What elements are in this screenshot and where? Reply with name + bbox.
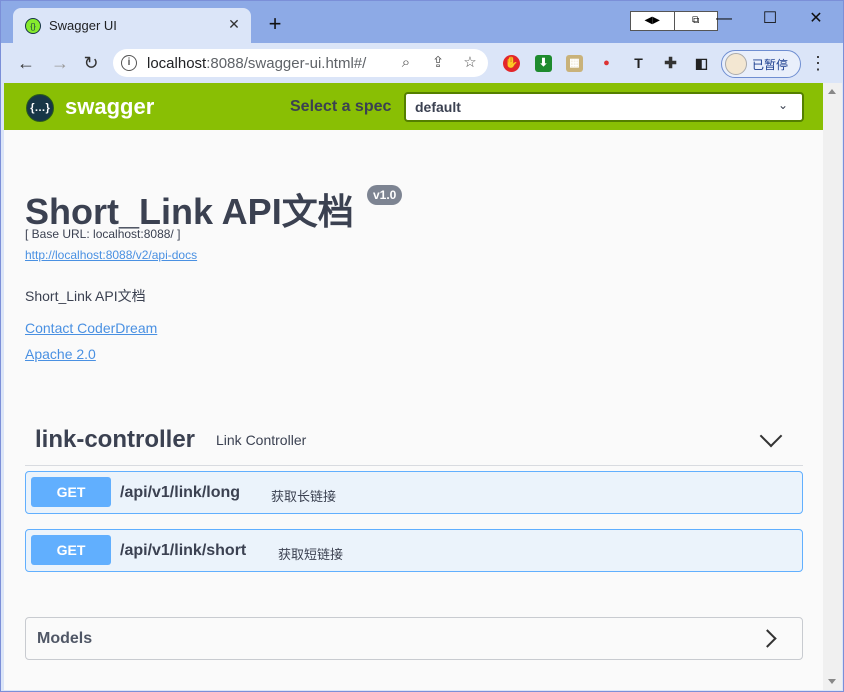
share-icon[interactable]: ⇪ [429, 54, 447, 72]
close-window-button[interactable]: ✕ [793, 7, 839, 31]
browser-window: {} Swagger UI ✕ + ◀▶ ⧉ — ☐ ✕ ← → ↻ i loc… [0, 0, 844, 692]
tab-close-icon[interactable]: ✕ [225, 15, 243, 33]
chevron-down-icon: ⌄ [777, 98, 788, 112]
reload-button[interactable]: ↻ [79, 51, 103, 75]
method-badge: GET [31, 535, 111, 565]
site-info-icon[interactable]: i [121, 55, 137, 71]
profile-button[interactable]: 已暂停 [721, 50, 801, 78]
tag-section-header[interactable]: link-controller Link Controller [25, 416, 803, 466]
zoom-icon[interactable]: ⌕ [397, 54, 415, 72]
download-extension-icon[interactable]: ⬇ [535, 55, 552, 72]
spec-select-value: default [415, 99, 461, 115]
new-tab-button[interactable]: + [263, 13, 287, 37]
avatar [725, 53, 747, 75]
swagger-favicon-icon: {} [25, 18, 41, 34]
swagger-topbar: {…} swagger Select a spec default ⌄ [4, 83, 823, 130]
more-menu-icon[interactable]: ⋮ [809, 53, 827, 73]
minimize-button[interactable]: — [701, 7, 747, 31]
operation-path: /api/v1/link/long [120, 484, 241, 501]
swagger-logo-icon: {…} [26, 94, 54, 122]
api-docs-link[interactable]: http://localhost:8088/v2/api-docs [25, 248, 197, 262]
tab-title: Swagger UI [49, 18, 117, 33]
back-button[interactable]: ← [14, 51, 38, 75]
method-badge: GET [31, 477, 111, 507]
tag-description: Link Controller [216, 432, 307, 448]
maximize-button[interactable]: ☐ [747, 7, 793, 31]
chevron-down-icon[interactable] [759, 424, 783, 448]
image-extension-icon[interactable]: ▦ [566, 55, 583, 72]
forward-button[interactable]: → [48, 51, 72, 75]
page-scrollbar[interactable] [823, 83, 842, 690]
spec-select[interactable]: default ⌄ [404, 92, 804, 122]
models-title: Models [37, 630, 93, 647]
tag-name: link-controller [35, 426, 196, 453]
tab-strip: {} Swagger UI ✕ + ◀▶ ⧉ — ☐ ✕ [1, 1, 843, 43]
chevron-right-icon[interactable] [758, 629, 777, 648]
license-link[interactable]: Apache 2.0 [25, 346, 96, 362]
version-badge: v1.0 [367, 185, 403, 205]
address-url[interactable]: localhost:8088/swagger-ui.html#/ [147, 55, 366, 72]
profile-status: 已暂停 [752, 58, 789, 72]
adblock-extension-icon[interactable]: ✋ [503, 55, 520, 72]
models-section[interactable]: Models [25, 617, 803, 660]
api-description: Short_Link API文档 [25, 288, 146, 304]
operation-get-short[interactable]: GET /api/v1/link/short 获取短链接 [25, 529, 803, 572]
browser-tab[interactable]: {} Swagger UI ✕ [13, 8, 251, 43]
address-bar[interactable]: i localhost:8088/swagger-ui.html#/ ⌕ ⇪ ☆ [113, 49, 488, 77]
browser-toolbar: ← → ↻ i localhost:8088/swagger-ui.html#/… [1, 43, 843, 83]
puzzle-extensions-icon[interactable]: ✚ [662, 55, 679, 72]
swagger-page: {…} swagger Select a spec default ⌄ Shor… [4, 83, 823, 690]
contact-link[interactable]: Contact CoderDream [25, 320, 157, 336]
split-arrows-icon[interactable]: ◀▶ [631, 12, 674, 30]
operation-get-long[interactable]: GET /api/v1/link/long 获取长链接 [25, 471, 803, 514]
scroll-down-icon[interactable] [828, 679, 836, 684]
swagger-brand: swagger [65, 94, 155, 119]
sidepanel-icon[interactable]: ◧ [693, 55, 710, 72]
url-rest: :8088/swagger-ui.html#/ [206, 55, 367, 72]
scroll-up-icon[interactable] [828, 89, 836, 94]
url-host: localhost [147, 55, 207, 72]
select-spec-label: Select a spec [290, 98, 392, 115]
operation-summary: 获取长链接 [271, 489, 337, 504]
color-extension-icon[interactable]: ● [598, 55, 615, 72]
base-url: [ Base URL: localhost:8088/ ] [25, 227, 181, 241]
translate-extension-icon[interactable]: T [630, 55, 647, 72]
operation-path: /api/v1/link/short [120, 542, 247, 559]
operation-summary: 获取短链接 [278, 547, 344, 562]
bookmark-star-icon[interactable]: ☆ [461, 54, 479, 72]
